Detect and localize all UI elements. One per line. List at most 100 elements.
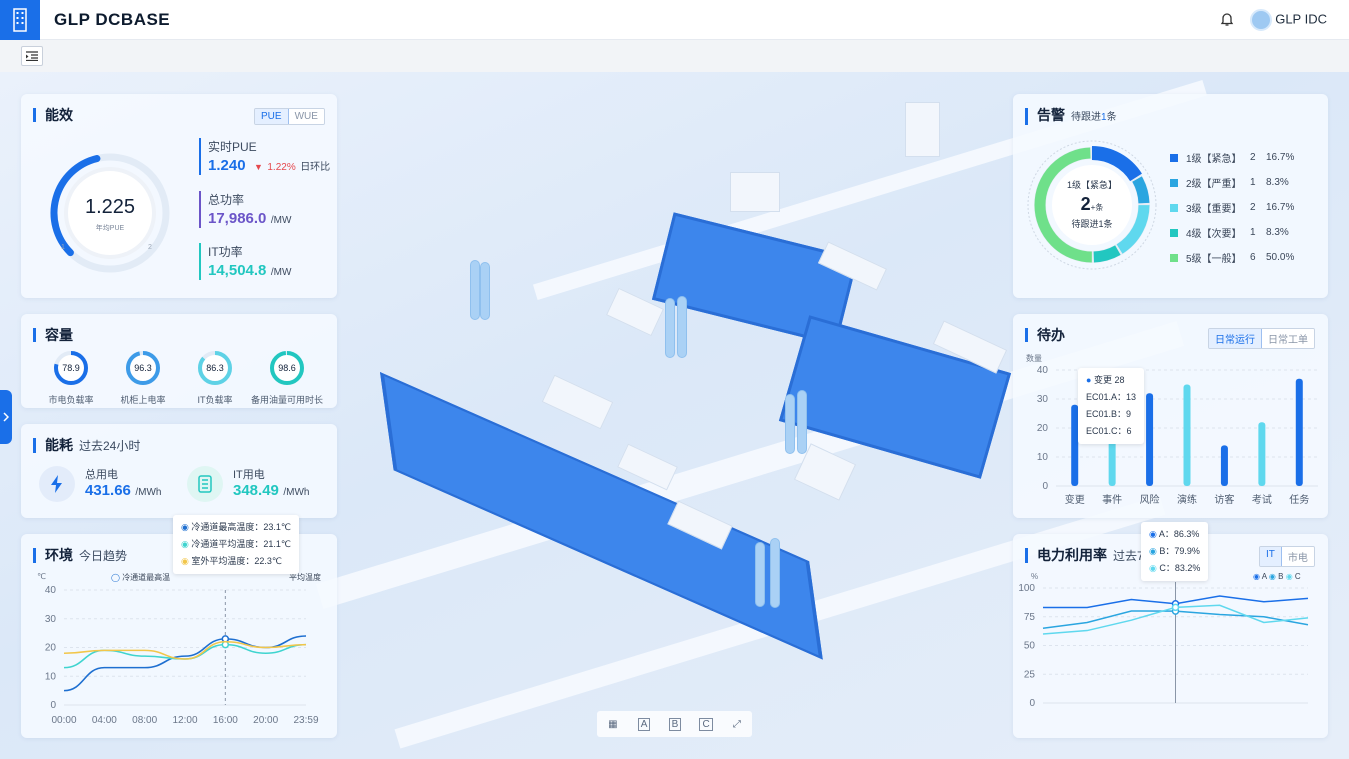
level-pct: 50.0% <box>1266 252 1295 263</box>
x-tick-label: 任务 <box>1289 493 1309 506</box>
level-pct: 8.3% <box>1266 177 1289 188</box>
hover-point <box>1171 603 1180 612</box>
level-name: 3级【重要】 <box>1186 204 1242 215</box>
legend-dot: ◉ <box>1285 572 1293 581</box>
todo-bar[interactable] <box>1258 422 1266 486</box>
tab-daily-tickets[interactable]: 日常工单 <box>1262 329 1314 348</box>
energy-panel: 能耗 过去24小时 总用电 431.66 /MWh IT用电 348.49 /MW… <box>21 424 337 518</box>
sub-toolbar <box>0 40 1349 72</box>
environment-chart[interactable]: 0 10 20 30 40 00:00 04:00 08:00 12:00 16:00 20:00 2… <box>21 582 337 738</box>
tab-it[interactable]: IT <box>1260 547 1282 566</box>
legend-b: B <box>1278 572 1284 581</box>
alarm-legend-row[interactable]: 4级【次要】 1 8.3% <box>1170 225 1289 240</box>
level-count: 6 <box>1250 252 1256 263</box>
tooltip-dot: ◉ <box>181 522 189 532</box>
x-tick-label: 考试 <box>1252 493 1272 506</box>
total-power: 总功率 17,986.0 /MW <box>199 191 291 228</box>
env-unit: ℃ <box>37 572 46 581</box>
capacity-ring: 96.3 <box>126 351 160 385</box>
x-tick-label: 风险 <box>1140 493 1160 506</box>
tooltip-line: 冷通道最高温度：23.1℃ <box>191 522 291 532</box>
environment-tooltip: ◉ 冷通道最高温度：23.1℃ ◉ 冷通道平均温度：21.1℃ ◉ 室外平均温度… <box>173 515 299 574</box>
tab-pue[interactable]: PUE <box>255 109 289 124</box>
alarm-legend-row[interactable]: 2级【严重】 1 8.3% <box>1170 175 1289 190</box>
capacity-ring: 78.9 <box>54 351 88 385</box>
level-pct: 16.7% <box>1266 152 1295 163</box>
alarm-center-value: 2 <box>1080 194 1091 214</box>
power-tooltip: ◉ A：86.3% ◉ B：79.9% ◉ C：83.2% <box>1141 522 1209 581</box>
total-energy-value: 431.66 <box>85 482 131 499</box>
realtime-pue: 实时PUE 1.240 ▼ 1.22% 日环比 <box>199 138 330 175</box>
side-expand-button[interactable] <box>0 390 12 444</box>
env-title: 环境 <box>45 547 73 563</box>
level-count: 1 <box>1250 177 1256 188</box>
alarm-panel: 告警 待跟进1条 1级【紧急】 2+条 待跟进1条 1级【紧急】 2 16.7% 2级【… <box>1013 94 1328 298</box>
capacity-item[interactable]: 96.3 机柜上电率 <box>105 350 181 406</box>
capacity-label: 备用油量可用时长 <box>250 395 323 405</box>
todo-bar[interactable] <box>1295 378 1303 486</box>
top-bar: GLP DCBASE GLP IDC <box>0 0 1349 40</box>
total-energy: 总用电 431.66 /MWh <box>85 466 161 500</box>
power-util-tabs: IT 市电 <box>1259 546 1315 567</box>
building-a-icon[interactable]: A <box>637 717 651 731</box>
building-logo-icon[interactable] <box>0 0 40 40</box>
power-value: 17,986.0 <box>208 210 267 227</box>
y-tick-label: 20 <box>45 643 57 654</box>
building-b-icon[interactable]: B <box>668 717 682 731</box>
tooltip-dot: ◉ <box>181 539 189 549</box>
capacity-label: 市电负载率 <box>48 395 94 405</box>
y-tick-label: 25 <box>1024 669 1036 680</box>
bell-icon[interactable] <box>1220 11 1234 30</box>
panel-title: 容量 <box>33 328 73 342</box>
it-energy-label: IT用电 <box>233 469 265 481</box>
level-name: 5级【一般】 <box>1186 254 1242 265</box>
x-tick-label: 00:00 <box>51 715 76 726</box>
capacity-item[interactable]: 78.9 市电负载率 <box>33 350 109 406</box>
building-c-icon[interactable]: C <box>699 717 713 731</box>
todo-bar-chart[interactable]: 0 10 20 30 40 变更 事件 风险 演练 访客 考试 任务 <box>1013 362 1328 518</box>
level-name: 1级【紧急】 <box>1186 154 1242 165</box>
tooltip-dot: ● <box>1086 375 1092 385</box>
alarm-subtitle-prefix: 待跟进 <box>1071 112 1101 123</box>
todo-tooltip: ● 变更 28 EC01.A：13 EC01.B：9 EC01.C：6 <box>1078 368 1145 444</box>
tooltip-dot: ◉ <box>1149 563 1157 573</box>
y-tick-label: 10 <box>1037 452 1049 463</box>
todo-tabs: 日常运行 日常工单 <box>1208 328 1315 349</box>
env-legend-left: 冷通道最高温 <box>122 573 171 582</box>
todo-bar[interactable] <box>1220 445 1228 486</box>
alarm-legend-row[interactable]: 5级【一般】 6 50.0% <box>1170 250 1294 265</box>
tooltip-line: EC01.B：9 <box>1086 409 1132 419</box>
alarm-legend-row[interactable]: 3级【重要】 2 16.7% <box>1170 200 1294 215</box>
legend-swatch <box>1170 178 1178 187</box>
tab-wue[interactable]: WUE <box>288 109 324 124</box>
view-dock: ▦ A B C ⤢ <box>597 711 752 737</box>
it-value: 14,504.8 <box>208 262 267 279</box>
todo-bar[interactable] <box>1183 384 1191 487</box>
user-menu[interactable]: GLP IDC <box>1249 9 1327 31</box>
panel-title: 电力利用率 过去7 <box>1025 548 1144 563</box>
alarm-legend-row[interactable]: 1级【紧急】 2 16.7% <box>1170 150 1294 165</box>
gauge-label: 年均PUE <box>95 225 125 232</box>
x-tick-label: 事件 <box>1102 493 1122 506</box>
y-tick-label: 0 <box>1042 481 1048 492</box>
x-tick-label: 变更 <box>1065 493 1085 506</box>
legend-dot: ◉ <box>1268 572 1276 581</box>
menu-indent-icon[interactable] <box>21 46 43 66</box>
tab-daily-ops[interactable]: 日常运行 <box>1209 329 1262 348</box>
fullscreen-icon[interactable]: ⤢ <box>731 719 743 730</box>
capacity-item[interactable]: 86.3 IT负载率 <box>177 350 253 406</box>
panel-title: 待办 <box>1025 328 1065 342</box>
capacity-item[interactable]: 98.6 备用油量可用时长 <box>249 350 325 406</box>
y-tick-label: 100 <box>1018 583 1035 594</box>
power-util-chart[interactable]: 0 25 50 75 100 <box>1013 582 1328 738</box>
level-count: 2 <box>1250 202 1256 213</box>
panel-title: 环境 今日趋势 <box>33 548 127 563</box>
todo-bar[interactable] <box>1146 393 1154 486</box>
todo-panel: 待办 日常运行 日常工单 数量 0 10 20 30 40 变更 事件 风险 演练 访客 考试 任务 <box>1013 314 1328 518</box>
it-energy-unit: /MWh <box>283 487 310 498</box>
x-tick-label: 08:00 <box>132 715 157 726</box>
change-value: 1.22% <box>267 162 296 173</box>
tab-mains[interactable]: 市电 <box>1281 547 1314 566</box>
tooltip-line: EC01.A：13 <box>1086 392 1137 402</box>
grid-view-icon[interactable]: ▦ <box>606 719 619 730</box>
